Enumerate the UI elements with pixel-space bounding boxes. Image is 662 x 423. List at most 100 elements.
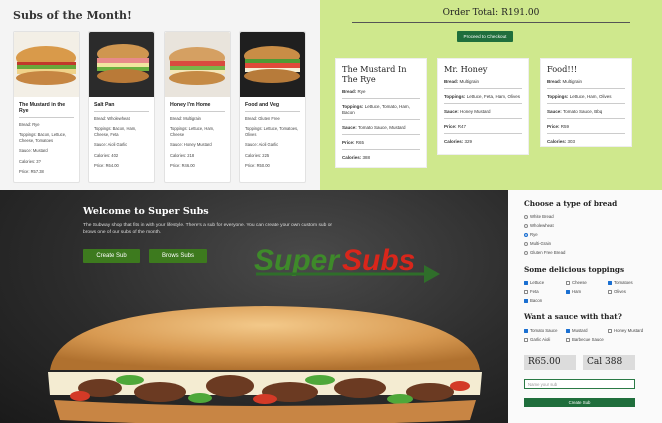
checkbox[interactable]: [524, 337, 528, 342]
radio-button[interactable]: [524, 241, 528, 246]
order-item-title: Food!!!: [547, 64, 578, 74]
topping-option-feta[interactable]: Feta: [524, 289, 539, 294]
order-item-card[interactable]: Mr. Honey Bread: Multigrain Toppings: Le…: [437, 58, 529, 155]
month-card-calories: Calories: 218: [170, 152, 195, 158]
browse-subs-button[interactable]: Brows Subs: [149, 249, 207, 263]
checkbox[interactable]: [566, 289, 570, 294]
subs-of-month-section: Subs of the Month! The Mustard in the Ry…: [0, 0, 320, 190]
month-card-salt-pan[interactable]: Salt Pan Bread: Wholewheat Toppings: Bac…: [88, 31, 155, 183]
radio-button[interactable]: [524, 250, 528, 255]
month-card-calories: Calories: 3?: [19, 158, 41, 164]
order-item-calories: Calories: 388: [342, 155, 371, 160]
month-card-sauce: Sauce: Mustard: [19, 148, 48, 154]
radio-button[interactable]: [524, 232, 528, 237]
checkbox[interactable]: [524, 298, 528, 303]
sub-photo-honey: [165, 32, 230, 97]
sub-photo-salt-pan: [89, 32, 154, 97]
sub-photo-food-veg: [240, 32, 305, 97]
divider: [19, 117, 74, 118]
order-total: Order Total: R191.00: [442, 8, 540, 18]
month-card-toppings: Toppings: Lettuce, Tomatoes, Olives: [245, 126, 299, 137]
order-item-toppings: Toppings: Lettuce, Feta, Ham, Olives: [444, 94, 522, 104]
bread-option-gluten-free[interactable]: Gluten Free Bread: [524, 250, 565, 255]
divider: [94, 111, 149, 112]
divider: [170, 111, 225, 112]
month-card-bread: Bread: Gluten Free: [245, 116, 280, 121]
bread-option-rye[interactable]: Rye: [524, 232, 538, 237]
logo-subs-text: Subs: [342, 244, 415, 277]
hero-sandwich-image: [48, 306, 482, 423]
month-card-honey[interactable]: Honey I'm Home Bread: Multigrain Topping…: [164, 31, 231, 183]
order-item-sauce: Sauce: Tomato Sauce, Bbq: [547, 109, 625, 119]
sauce-option-honey-mustard[interactable]: Honey Mustard: [608, 328, 643, 333]
checkbox[interactable]: [524, 280, 528, 285]
order-item-card[interactable]: Food!!! Bread: Multigrain Toppings: Lett…: [540, 58, 632, 147]
order-item-toppings: Toppings: Lettuce, Tomato, Ham, Bacon: [342, 104, 420, 120]
checkbox[interactable]: [608, 328, 612, 333]
sauce-option-mustard[interactable]: Mustard: [566, 328, 588, 333]
logo-super-text: Super: [254, 244, 341, 277]
hero-description: The Subway shop that fits in with your l…: [83, 223, 333, 235]
divider: [352, 22, 630, 23]
sauce-option-bbq[interactable]: Barbecue Sauce: [566, 337, 604, 342]
order-item-calories: Calories: 303: [547, 139, 576, 144]
checkbox[interactable]: [524, 328, 528, 333]
checkbox[interactable]: [566, 328, 570, 333]
checkbox[interactable]: [566, 337, 570, 342]
month-card-food-veg[interactable]: Food and Veg Bread: Gluten Free Toppings…: [239, 31, 306, 183]
divider: [245, 111, 300, 112]
calories-display: Cal 388: [583, 355, 635, 370]
toppings-heading: Some delicious toppings: [524, 265, 625, 274]
month-card-mustard[interactable]: The Mustard in the Rye Bread: Rye Toppin…: [13, 31, 80, 183]
create-sub-button[interactable]: Create Sub: [83, 249, 140, 263]
checkbox[interactable]: [608, 289, 612, 294]
topping-option-olives[interactable]: Olives: [608, 289, 626, 294]
month-card-title: The Mustard in the Rye: [19, 102, 66, 114]
month-card-title: Salt Pan: [94, 102, 115, 108]
month-card-calories: Calories: 402: [94, 152, 119, 158]
bread-option-wholewheat[interactable]: Wholewheat: [524, 223, 554, 228]
month-card-bread: Bread: Wholewheat: [94, 116, 130, 121]
order-item-title: The Mustard In The Rye: [342, 64, 407, 84]
bread-option-white[interactable]: White Bread: [524, 214, 554, 219]
radio-button[interactable]: [524, 223, 528, 228]
month-card-price: Price: R50.00: [245, 163, 270, 169]
bread-option-multigrain[interactable]: Multi-Grain: [524, 241, 551, 246]
sauce-option-tomato[interactable]: Tomato Sauce: [524, 328, 557, 333]
order-item-bread: Bread: Rye: [342, 89, 420, 99]
order-item-price: Price: R47: [444, 124, 522, 134]
checkbox[interactable]: [524, 289, 528, 294]
proceed-checkout-button[interactable]: Proceed to Checkout: [457, 31, 513, 42]
month-card-price: Price: R64.00: [94, 163, 119, 169]
order-item-card[interactable]: The Mustard In The Rye Bread: Rye Toppin…: [335, 58, 427, 168]
order-item-price: Price: R59: [547, 124, 625, 134]
month-card-sauce: Sauce: Aioli Garlic: [245, 142, 279, 148]
checkbox[interactable]: [608, 280, 612, 285]
order-item-price: Price: R65: [342, 140, 420, 150]
sauce-option-garlic-aioli[interactable]: Garlic Aioli: [524, 337, 550, 342]
bread-heading: Choose a type of bread: [524, 199, 618, 208]
radio-button[interactable]: [524, 214, 528, 219]
checkbox[interactable]: [566, 280, 570, 285]
month-card-bread: Bread: Multigrain: [170, 116, 201, 121]
order-item-calories: Calories: 329: [444, 139, 473, 144]
create-sub-submit-button[interactable]: Create Sub: [524, 398, 635, 407]
topping-option-lettuce[interactable]: Lettuce: [524, 280, 544, 285]
topping-option-cheese[interactable]: Cheese: [566, 280, 587, 285]
order-item-sauce: Sauce: Honey Mustard: [444, 109, 522, 119]
order-item-bread: Bread: Multigrain: [547, 79, 625, 89]
month-card-price: Price: R46.00: [170, 163, 195, 169]
hero-title: Welcome to Super Subs: [83, 206, 209, 217]
sub-builder-panel: Choose a type of bread White Bread Whole…: [508, 190, 662, 423]
month-card-sauce: Sauce: Aioli Garlic: [94, 142, 128, 148]
topping-option-ham[interactable]: Ham: [566, 289, 581, 294]
order-item-toppings: Toppings: Lettuce, Ham, Olives: [547, 94, 625, 104]
month-card-toppings: Toppings: Bacon, Ham, Cheese, Feta: [94, 126, 137, 137]
month-card-sauce: Sauce: Honey Mustard: [170, 142, 212, 148]
topping-option-tomatoes[interactable]: Tomatoes: [608, 280, 633, 285]
super-subs-logo: Super Subs: [254, 244, 440, 283]
sub-name-input[interactable]: [524, 379, 635, 389]
month-card-calories: Calories: 225: [245, 152, 270, 158]
topping-option-bacon[interactable]: Bacon: [524, 298, 542, 303]
month-card-toppings: Toppings: Bacon, Lettuce, Cheese, Tomato…: [19, 132, 67, 143]
